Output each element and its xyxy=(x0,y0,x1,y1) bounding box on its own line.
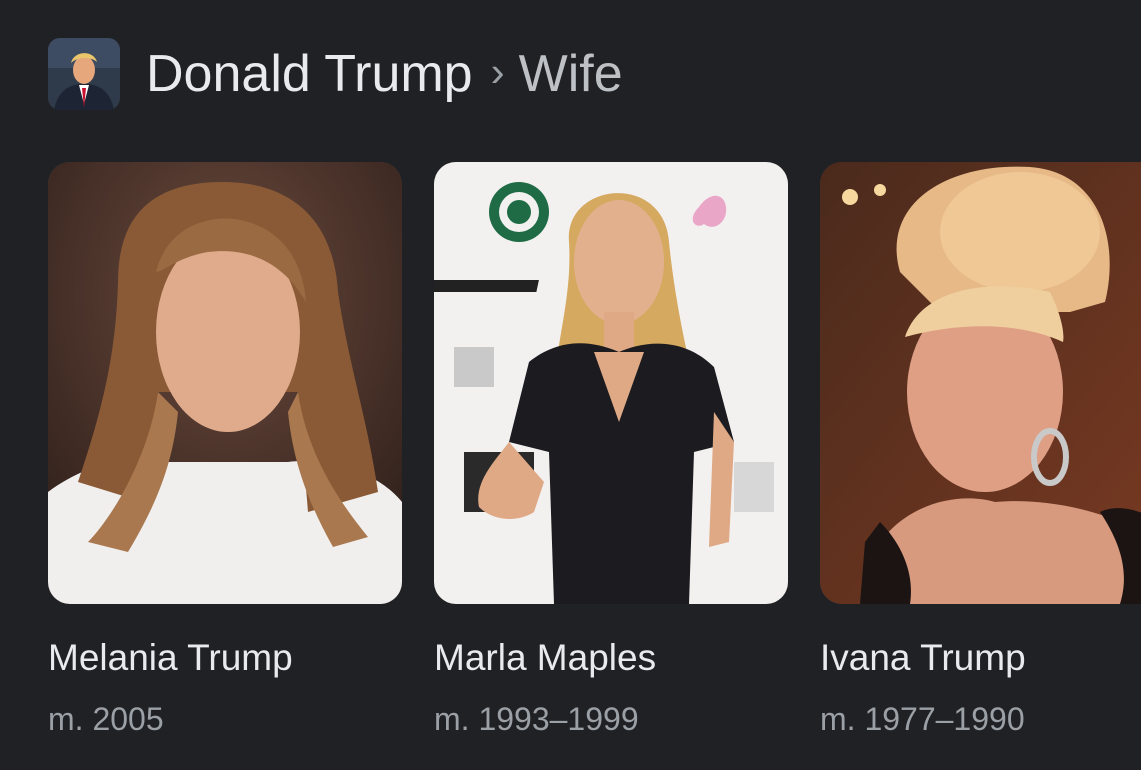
entity-avatar[interactable] xyxy=(48,38,120,110)
entity-header: Donald Trump › Wife xyxy=(48,36,623,112)
spouse-photo xyxy=(434,162,788,604)
spouse-card[interactable]: Marla Maples m. 1993–1999 xyxy=(434,162,788,739)
portrait-image xyxy=(48,162,402,604)
person-portrait-icon xyxy=(48,38,120,110)
portrait-image xyxy=(434,162,788,604)
portrait-image xyxy=(820,162,1141,604)
spouse-carousel[interactable]: Melania Trump m. 2005 Marla Maples m. 19… xyxy=(48,162,1141,770)
chevron-right-icon: › xyxy=(490,48,505,95)
spouse-name[interactable]: Melania Trump xyxy=(48,636,402,680)
spouse-card[interactable]: Ivana Trump m. 1977–1990 xyxy=(820,162,1141,739)
marriage-years: m. 1977–1990 xyxy=(820,701,1025,737)
spouse-card[interactable]: Melania Trump m. 2005 xyxy=(48,162,402,739)
marriage-years: m. 2005 xyxy=(48,701,164,737)
breadcrumb: Donald Trump › Wife xyxy=(146,48,623,100)
marriage-years: m. 1993–1999 xyxy=(434,701,639,737)
breadcrumb-attribute: Wife xyxy=(518,45,623,103)
spouse-name[interactable]: Ivana Trump xyxy=(820,636,1141,680)
breadcrumb-subject-link[interactable]: Donald Trump xyxy=(146,48,473,100)
spouse-photo xyxy=(820,162,1141,604)
spouse-photo xyxy=(48,162,402,604)
spouse-name[interactable]: Marla Maples xyxy=(434,636,788,680)
